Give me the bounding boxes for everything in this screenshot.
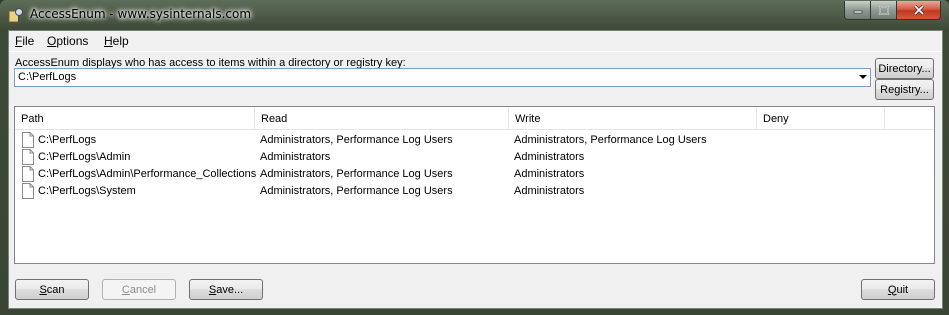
listview-header: Path Read Write Deny — [15, 107, 934, 130]
menu-help[interactable]: Help — [104, 34, 129, 48]
save-accel: S — [208, 283, 217, 296]
menu-help-label: elp — [112, 34, 129, 48]
column-header-write[interactable]: Write — [509, 107, 757, 129]
cell-read: Administrators — [260, 151, 331, 163]
column-header-deny[interactable]: Deny — [757, 107, 885, 129]
cell-read: Administrators, Performance Log Users — [260, 185, 453, 197]
table-row[interactable]: C:\PerfLogs\System Administrators, Perfo… — [15, 183, 934, 200]
registry-button[interactable]: Registry... — [875, 79, 934, 100]
cancel-button: Cancel — [102, 279, 176, 300]
cell-path: C:\PerfLogs\Admin\Performance_Collection… — [38, 168, 257, 180]
title-bar[interactable]: AccessEnum - www.sysinternals.com — [0, 0, 949, 30]
quit-accel: Q — [887, 283, 897, 296]
path-combobox[interactable]: C:\PerfLogs — [14, 68, 871, 87]
accessenum-app-icon — [8, 8, 23, 23]
dropdown-arrow-icon[interactable] — [859, 75, 867, 79]
table-row[interactable]: C:\PerfLogs Administrators, Performance … — [15, 132, 934, 149]
menu-file-label: ile — [22, 34, 35, 48]
cancel-label: ancel — [129, 283, 157, 296]
app-window: AccessEnum - www.sysinternals.com File O… — [0, 0, 949, 315]
menu-bar: File Options Help — [9, 31, 942, 52]
results-listview[interactable]: Path Read Write Deny C:\PerfLogs Adminis… — [14, 106, 935, 264]
save-button[interactable]: Save... — [189, 279, 263, 300]
menu-file[interactable]: File — [15, 34, 34, 48]
directory-button[interactable]: Directory... — [875, 58, 934, 79]
maximize-button[interactable] — [871, 1, 897, 20]
document-icon — [22, 183, 34, 199]
client-area: File Options Help AccessEnum displays wh… — [8, 30, 943, 309]
document-icon — [22, 132, 34, 148]
cell-write: Administrators — [514, 168, 585, 180]
scan-accel: S — [39, 283, 47, 296]
maximize-icon — [878, 5, 889, 15]
table-row[interactable]: C:\PerfLogs\Admin\Performance_Collection… — [15, 166, 934, 183]
document-icon — [22, 166, 34, 182]
menu-options[interactable]: Options — [47, 34, 88, 48]
cell-write: Administrators — [514, 151, 585, 163]
document-icon — [22, 149, 34, 165]
quit-label: uit — [896, 283, 909, 296]
menu-options-accel: O — [47, 34, 57, 48]
cell-path: C:\PerfLogs — [38, 134, 97, 146]
menu-help-accel: H — [104, 34, 113, 48]
cell-read: Administrators, Performance Log Users — [260, 168, 453, 180]
path-input-value[interactable]: C:\PerfLogs — [18, 71, 76, 83]
cell-path: C:\PerfLogs\System — [38, 185, 136, 197]
scan-button[interactable]: Scan — [15, 279, 89, 300]
cancel-accel: C — [121, 283, 130, 296]
cell-read: Administrators, Performance Log Users — [260, 134, 453, 146]
minimize-icon — [853, 10, 862, 14]
column-header-read[interactable]: Read — [255, 107, 509, 129]
scan-label: can — [46, 283, 65, 296]
cell-path: C:\PerfLogs\Admin — [38, 151, 131, 163]
minimize-button[interactable] — [844, 1, 871, 20]
menu-options-label: ptions — [56, 34, 89, 48]
table-row[interactable]: C:\PerfLogs\Admin Administrators Adminis… — [15, 149, 934, 166]
window-title: AccessEnum - www.sysinternals.com — [30, 7, 252, 21]
quit-button[interactable]: Quit — [861, 279, 935, 300]
cell-write: Administrators, Performance Log Users — [514, 134, 707, 146]
cell-write: Administrators — [514, 185, 585, 197]
column-header-path[interactable]: Path — [15, 107, 255, 129]
close-button[interactable] — [897, 1, 941, 20]
close-icon — [913, 5, 924, 15]
save-label: ave... — [216, 283, 244, 296]
caption-buttons — [844, 1, 941, 20]
